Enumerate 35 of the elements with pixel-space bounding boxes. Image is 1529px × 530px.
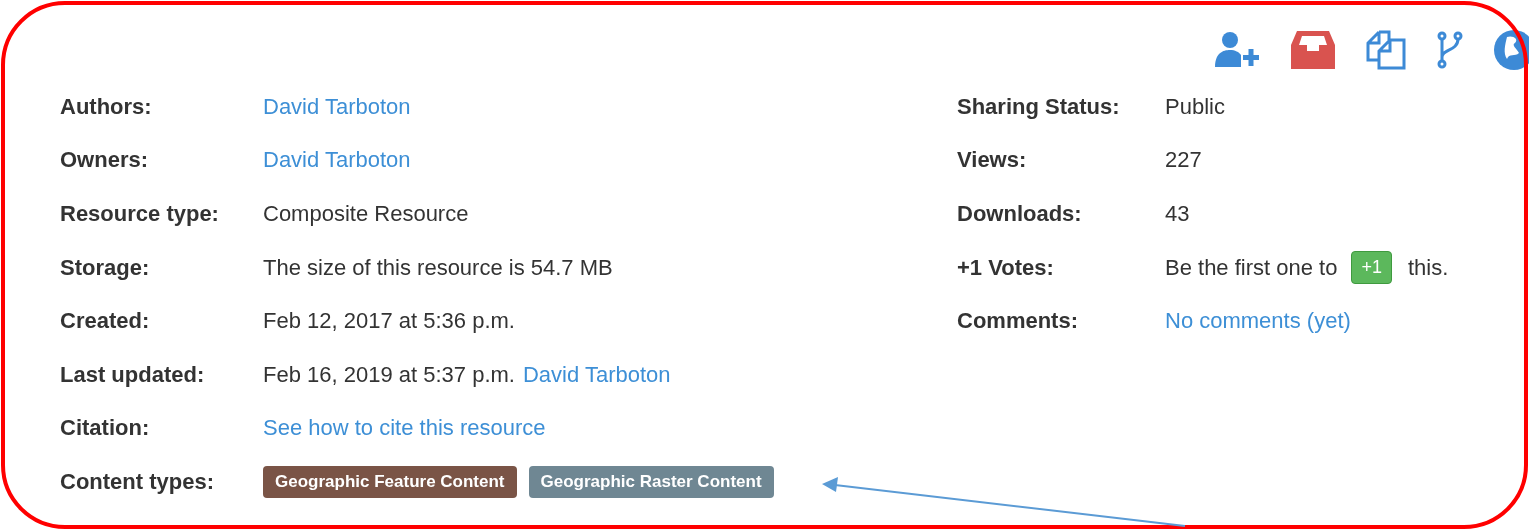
link[interactable]: David Tarboton [522,361,671,388]
field-value: 227 [1165,147,1202,174]
field-label: Citation: [60,415,151,442]
link[interactable]: David Tarboton [263,93,411,120]
link[interactable]: David Tarboton [263,147,411,174]
field-label: Content types: [60,468,215,495]
field-label: Created: [60,308,151,335]
field-label: Views: [957,147,1028,174]
field-value: Public [1165,93,1225,120]
field-label: Authors: [60,93,153,120]
field-label: Downloads: [957,201,1083,227]
content-type-tag: Geographic Raster Content [528,465,774,498]
field-label: Sharing Status: [957,93,1121,120]
field-label: +1 Votes: [957,254,1055,281]
content-type-tag: Geographic Feature Content [263,465,517,498]
field-label: Resource type: [60,201,220,227]
plus-one-button[interactable]: +1 [1351,251,1392,285]
inbox-icon[interactable] [1291,29,1335,71]
field-value: 43 [1165,201,1190,227]
field-value: Feb 16, 2019 at 5:37 p.m. [263,361,515,388]
field-label: Last updated: [60,361,206,388]
field-value: Composite Resource [263,201,469,227]
field-value: Feb 12, 2017 at 5:36 p.m. [263,308,515,335]
field-value: this. [1407,254,1449,281]
field-label: Comments: [957,308,1079,335]
copy-icon[interactable] [1365,30,1407,70]
field-label: Owners: [60,147,150,174]
field-value: Be the first one to [1165,254,1338,281]
add-user-icon[interactable] [1213,31,1261,69]
globe-icon[interactable] [1493,29,1529,71]
link[interactable]: No comments (yet) [1165,308,1351,335]
field-value: The size of this resource is 54.7 MB [263,254,613,281]
branch-icon[interactable] [1437,31,1463,69]
field-label: Storage: [60,254,151,281]
link[interactable]: See how to cite this resource [263,415,546,442]
